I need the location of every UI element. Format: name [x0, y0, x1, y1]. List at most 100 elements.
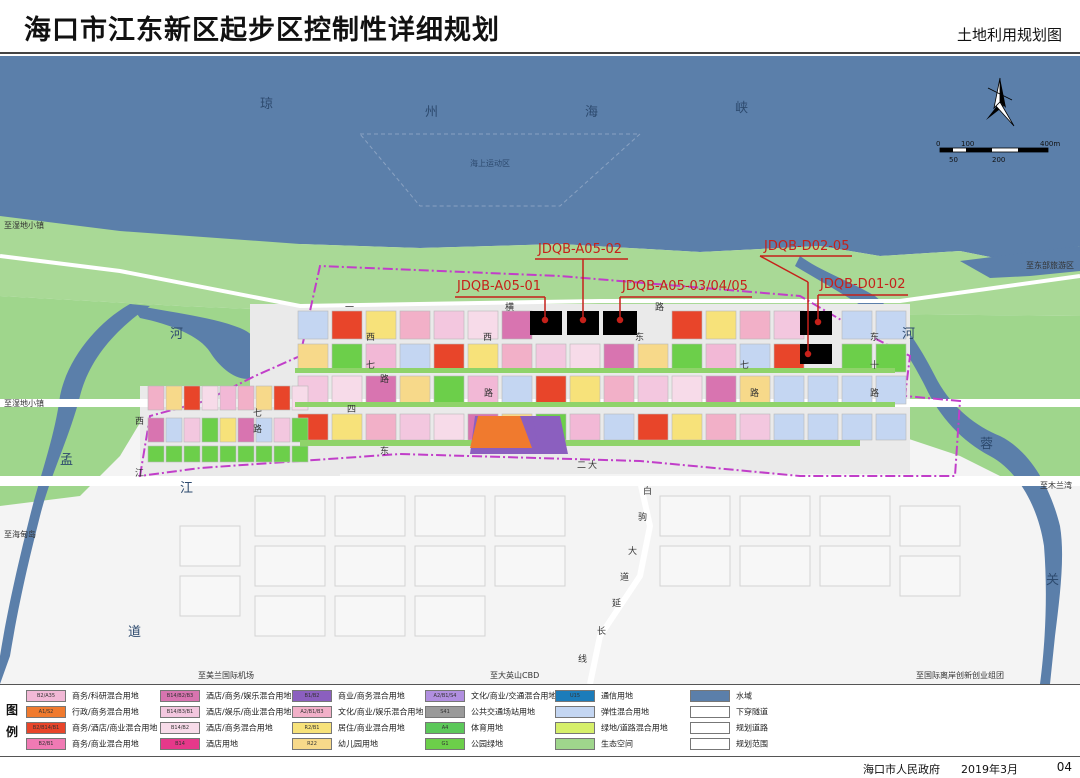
- road-mid-1: 西: [366, 332, 375, 343]
- legend-swatch: [555, 722, 595, 734]
- legend-item: 规划范围: [690, 738, 768, 752]
- sea-char-2: 州: [425, 105, 438, 120]
- legend-swatch: [555, 706, 595, 718]
- legend-item: B2/B14/B1 商务/酒店/商业混合用地: [26, 722, 157, 736]
- land-parcel: [399, 310, 431, 340]
- legend-swatch: [690, 738, 730, 750]
- legend-swatch: B14: [160, 738, 200, 750]
- legend-label: 酒店/商务混合用地: [206, 723, 273, 733]
- footer: 海口市人民政府 2019年3月 04: [0, 756, 1080, 778]
- land-parcel: [399, 375, 431, 405]
- legend-label: 绿地/道路混合用地: [601, 723, 668, 733]
- land-parcel: [705, 343, 737, 373]
- legend-swatch: G1: [425, 738, 465, 750]
- legend-label: 文化/商业/娱乐混合用地: [338, 707, 424, 717]
- legend-label: 酒店/商务/娱乐混合用地: [206, 691, 292, 701]
- legend-label: 商业/商务混合用地: [338, 691, 405, 701]
- road-2nd-1: 二: [577, 461, 586, 471]
- scale-tick-400: 400m: [1040, 140, 1060, 148]
- sea-char-4: 峡: [735, 101, 748, 116]
- legend-swatch: [555, 738, 595, 750]
- land-parcel: [273, 385, 291, 411]
- legend-title: 图例: [6, 703, 19, 739]
- land-parcel: [875, 375, 907, 405]
- scale-tick-100: 100: [961, 140, 974, 148]
- right-river-char-3: 关: [1046, 573, 1059, 588]
- road-trunk-1: 白: [643, 485, 652, 497]
- road-west-1: 西: [135, 416, 144, 427]
- land-parcel: [705, 310, 737, 340]
- road-center-3: 路: [484, 387, 493, 399]
- legend-item: G1 公园绿地: [425, 738, 503, 752]
- land-parcel: [467, 375, 499, 405]
- legend-item: 弹性混合用地: [555, 706, 649, 720]
- land-parcel: [841, 343, 873, 373]
- legend-label: 水域: [736, 691, 752, 701]
- footer-date: 2019年3月: [961, 763, 1018, 776]
- page-number: 04: [1056, 760, 1072, 774]
- road-east-2: 十: [870, 359, 879, 371]
- land-parcel: [773, 343, 805, 373]
- legend-item: A1/S2 行政/商务混合用地: [26, 706, 139, 720]
- road-north-2: 横: [505, 301, 514, 313]
- legend-label: 酒店/娱乐/商业混合用地: [206, 707, 292, 717]
- land-parcel: [773, 413, 805, 441]
- land-parcel: [331, 310, 363, 340]
- legend-swatch: [690, 690, 730, 702]
- land-parcel: [165, 417, 183, 443]
- land-parcel: [739, 413, 771, 441]
- left-river2-char-2: 江: [180, 481, 193, 496]
- land-parcel: [569, 343, 601, 373]
- right-river-char-2: 蓉: [980, 437, 993, 452]
- land-parcel: [501, 343, 533, 373]
- legend-label: 通信用地: [601, 691, 633, 701]
- label-to-cbd: 至大英山CBD: [490, 670, 539, 680]
- land-parcel: [331, 375, 363, 405]
- land-parcel: [433, 310, 465, 340]
- land-parcel: [603, 413, 635, 441]
- road-west-2: 七: [253, 408, 262, 419]
- land-parcel: [637, 375, 669, 405]
- legend-item: A2/B1/B3 文化/商业/娱乐混合用地: [292, 706, 423, 720]
- sheet-subtitle: 土地利用规划图: [956, 26, 1062, 44]
- legend-item: B14/B2/B3 酒店/商务/娱乐混合用地: [160, 690, 291, 704]
- scale-tick-200: 200: [992, 156, 1005, 164]
- road-trunk-6: 长: [597, 625, 606, 637]
- land-parcel: [841, 375, 873, 405]
- legend-item: U15 通信用地: [555, 690, 633, 704]
- scale-tick-0: 0: [936, 140, 940, 148]
- land-parcel: [705, 413, 737, 441]
- legend-item: A4 体育用地: [425, 722, 503, 736]
- land-parcel: [535, 343, 567, 373]
- land-parcel: [671, 375, 703, 405]
- land-parcel: [637, 413, 669, 441]
- legend-item: 下穿隧道: [690, 706, 768, 720]
- land-parcel: [183, 385, 201, 411]
- footer-government: 海口市人民政府: [863, 763, 940, 776]
- land-parcel: [237, 445, 255, 463]
- land-parcel: [201, 385, 219, 411]
- land-parcel: [297, 343, 329, 373]
- land-parcel: [183, 417, 201, 443]
- label-to-shidi-mid: 至湿地小镇: [4, 398, 44, 408]
- left-river-char-2: 道: [128, 625, 141, 640]
- land-parcel: [273, 417, 291, 443]
- land-parcel: [273, 445, 291, 463]
- land-parcel: [569, 413, 601, 441]
- land-parcel: [739, 310, 771, 340]
- land-parcel: [183, 445, 201, 463]
- label-to-haidian: 至海甸岛: [4, 529, 36, 539]
- land-use-map: JDQB-A05-01 JDQB-A05-02 JDQB-A05-03/04/0…: [0, 56, 1080, 684]
- legend-item: 绿地/道路混合用地: [555, 722, 668, 736]
- legend-item: B14/B3/B1 酒店/娱乐/商业混合用地: [160, 706, 291, 720]
- road-center-1: 西: [483, 332, 492, 343]
- legend-swatch: A1/S2: [26, 706, 66, 718]
- callout-a0501: JDQB-A05-01: [456, 279, 541, 294]
- land-parcel: [807, 413, 839, 441]
- page-title: 海口市江东新区起步区控制性详细规划: [24, 15, 500, 46]
- sea-char-1: 琼: [260, 97, 273, 112]
- land-parcel: [201, 445, 219, 463]
- green-strip: [295, 368, 895, 373]
- land-parcel: [165, 445, 183, 463]
- label-to-east-tour: 至东部旅游区: [1026, 260, 1074, 270]
